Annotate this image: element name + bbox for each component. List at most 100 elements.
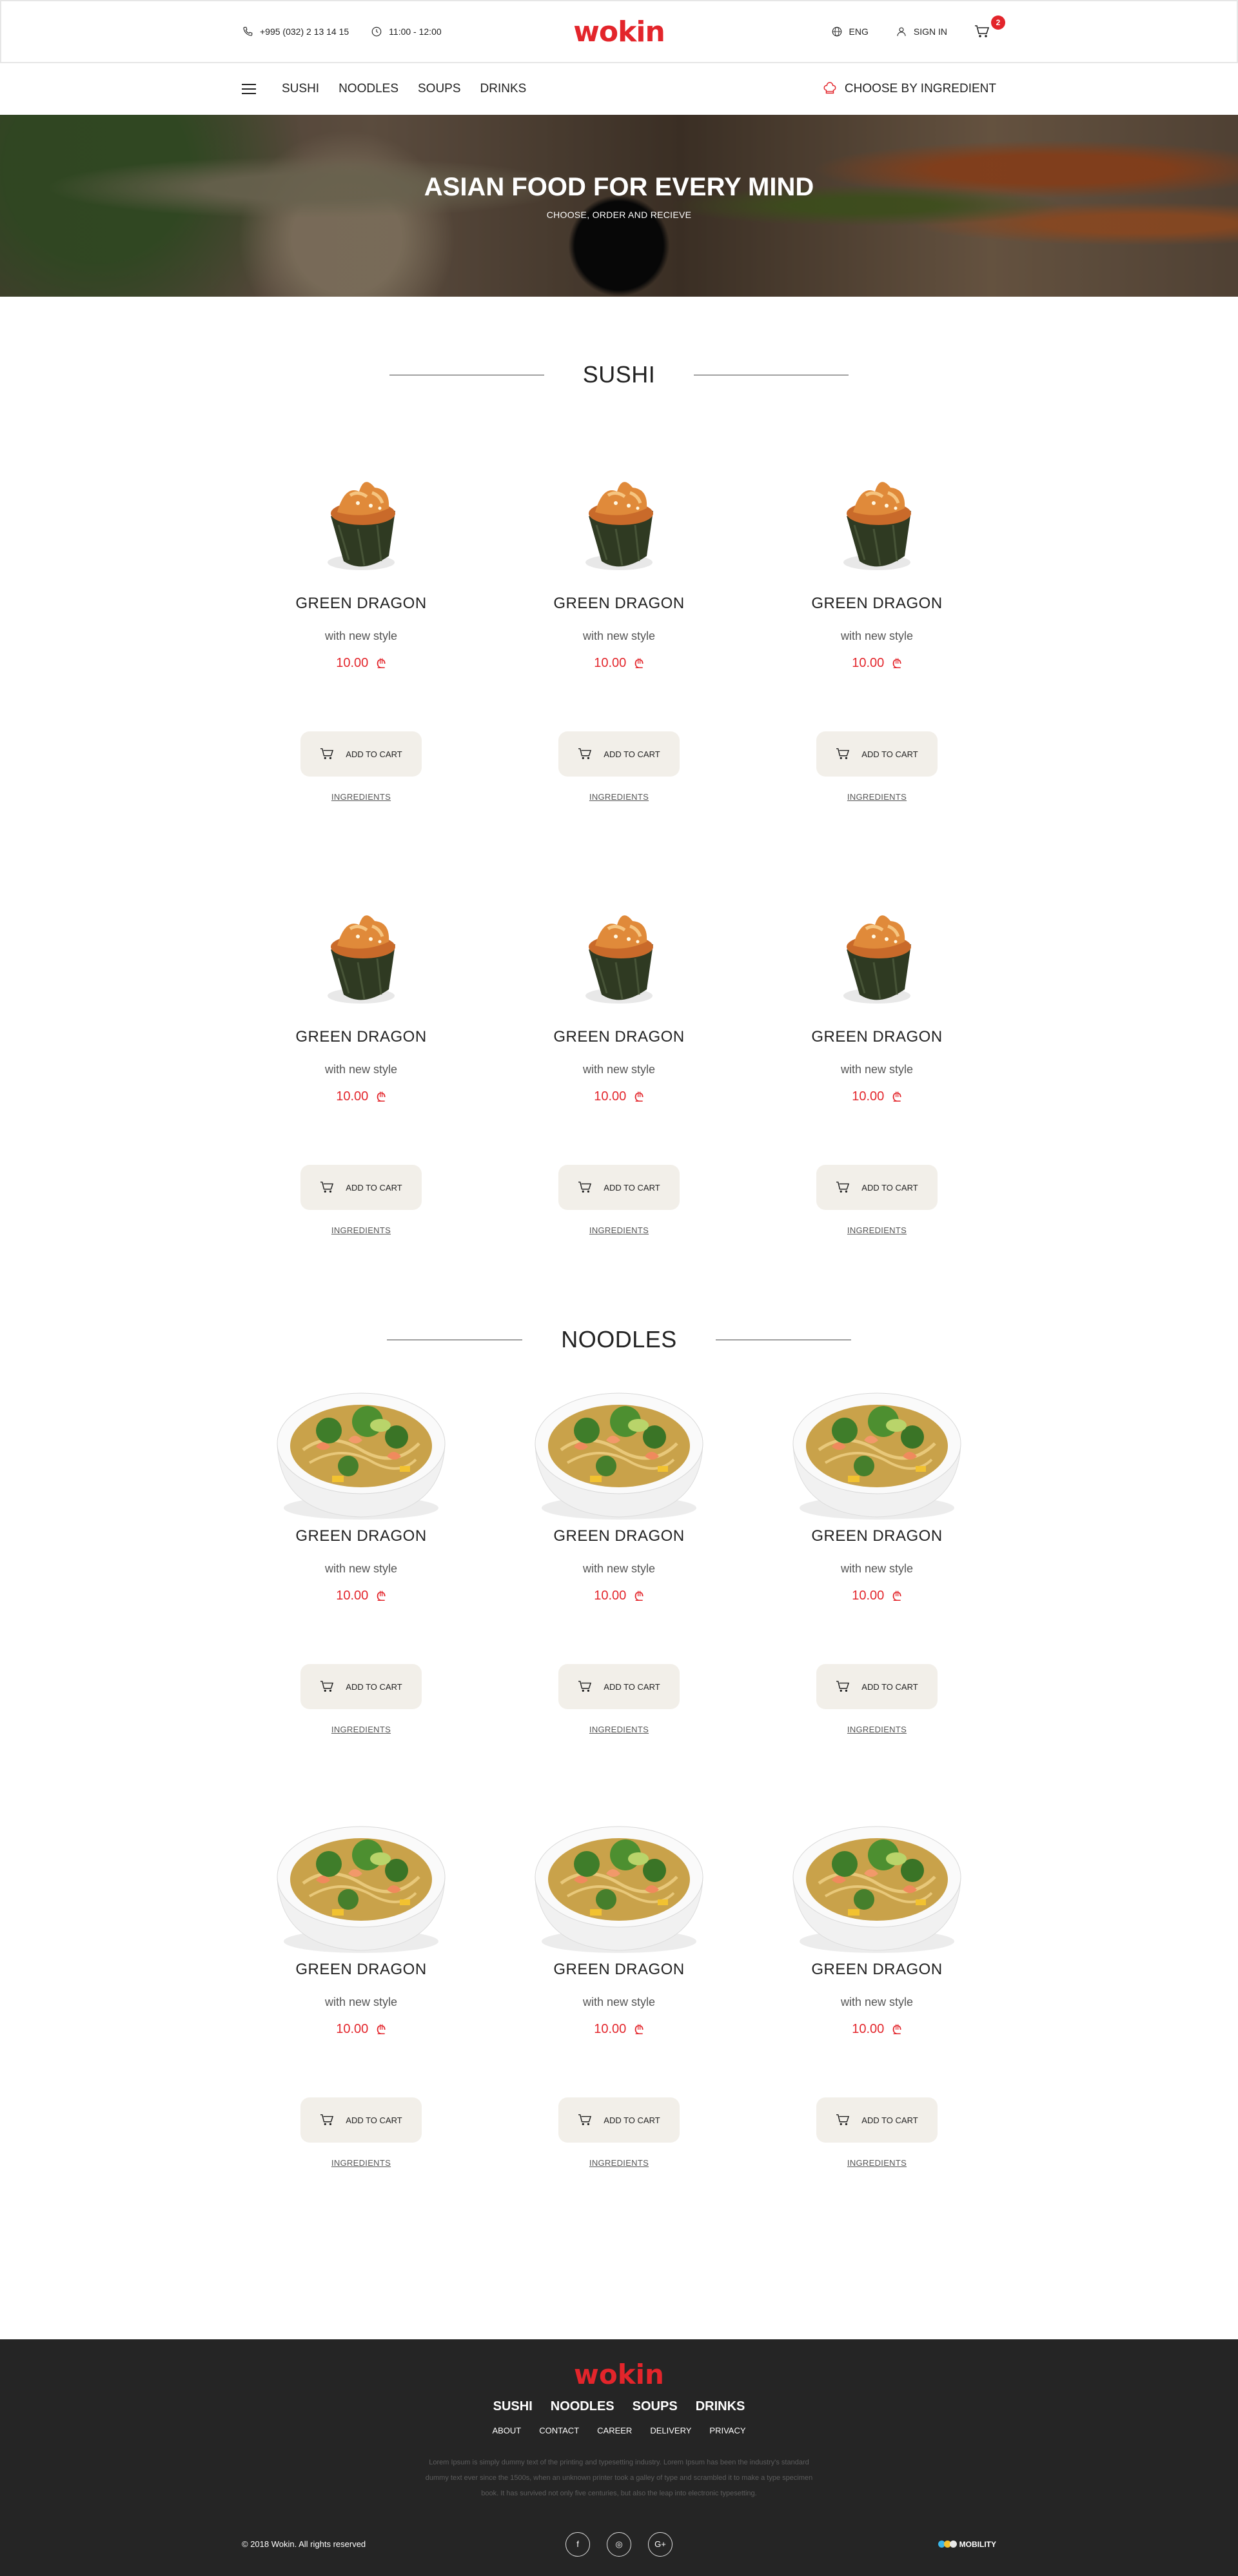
price-value: 10.00: [594, 656, 627, 670]
section-title: NOODLES: [561, 1326, 677, 1352]
add-to-cart-button[interactable]: ADD TO CART: [816, 731, 938, 777]
add-to-cart-button[interactable]: ADD TO CART: [558, 731, 680, 777]
logo[interactable]: wokin: [573, 15, 665, 48]
product-image[interactable]: [787, 446, 967, 595]
footer-link-career[interactable]: CAREER: [597, 2426, 632, 2435]
product-name[interactable]: GREEN DRAGON: [811, 1028, 942, 1046]
cart-icon: [578, 748, 592, 759]
add-to-cart-button[interactable]: ADD TO CART: [300, 2097, 422, 2143]
product-price: 10.00 ₾: [594, 1587, 644, 1605]
product-price: 10.00 ₾: [594, 655, 644, 672]
product-grid: GREEN DRAGON with new style 10.00 ₾ ADD TO C…: [0, 446, 1238, 1313]
product-card: GREEN DRAGON with new style 10.00 ₾ ADD TO C…: [490, 1812, 748, 2246]
footer-link-contact[interactable]: CONTACT: [539, 2426, 579, 2435]
product-image[interactable]: [271, 1379, 451, 1527]
ingredients-link[interactable]: INGREDIENTS: [331, 2158, 391, 2168]
product-price: 10.00 ₾: [336, 1587, 386, 1605]
product-name[interactable]: GREEN DRAGON: [553, 1028, 684, 1046]
add-to-cart-label: ADD TO CART: [861, 749, 918, 759]
language-selector[interactable]: ENG: [831, 26, 869, 37]
nav-item-noodles[interactable]: NOODLES: [339, 82, 398, 96]
cart-icon: [320, 1182, 334, 1193]
product-image[interactable]: [529, 1812, 709, 1961]
product-image[interactable]: [787, 1379, 967, 1527]
product-name[interactable]: GREEN DRAGON: [295, 1527, 426, 1545]
price-value: 10.00: [594, 2022, 627, 2036]
product-name[interactable]: GREEN DRAGON: [295, 595, 426, 613]
phone-contact[interactable]: +995 (032) 2 13 14 15: [242, 26, 349, 37]
product-image[interactable]: [787, 1812, 967, 1961]
nav-item-drinks[interactable]: DRINKS: [480, 82, 527, 96]
product-name[interactable]: GREEN DRAGON: [553, 595, 684, 613]
ingredients-link[interactable]: INGREDIENTS: [847, 1725, 907, 1734]
footer-logo[interactable]: wokin: [0, 2339, 1238, 2390]
add-to-cart-button[interactable]: ADD TO CART: [300, 1165, 422, 1210]
add-to-cart-button[interactable]: ADD TO CART: [558, 2097, 680, 2143]
ingredients-link[interactable]: INGREDIENTS: [331, 792, 391, 802]
menu-icon[interactable]: [242, 84, 256, 94]
choose-by-ingredient[interactable]: CHOOSE BY INGREDIENT: [823, 82, 996, 96]
ingredients-link[interactable]: INGREDIENTS: [589, 792, 649, 802]
google-plus-icon[interactable]: G+: [648, 2531, 673, 2557]
ingredients-link[interactable]: INGREDIENTS: [589, 1725, 649, 1734]
product-image[interactable]: [787, 880, 967, 1028]
cart-icon: [836, 748, 850, 759]
product-name[interactable]: GREEN DRAGON: [295, 1028, 426, 1046]
product-card: GREEN DRAGON with new style 10.00 ₾ ADD TO C…: [490, 1379, 748, 1812]
add-to-cart-button[interactable]: ADD TO CART: [558, 1165, 680, 1210]
footer-link-privacy[interactable]: PRIVACY: [709, 2426, 745, 2435]
ingredients-link[interactable]: INGREDIENTS: [331, 1725, 391, 1734]
product-image[interactable]: [271, 1812, 451, 1961]
sign-in-link[interactable]: SIGN IN: [896, 26, 947, 37]
ingredients-link[interactable]: INGREDIENTS: [589, 1225, 649, 1235]
add-to-cart-button[interactable]: ADD TO CART: [300, 731, 422, 777]
developer-credit[interactable]: MOBILITY: [938, 2540, 996, 2549]
product-price: 10.00 ₾: [594, 1088, 644, 1105]
product-name[interactable]: GREEN DRAGON: [811, 1961, 942, 1979]
footer-cat-noodles[interactable]: NOODLES: [551, 2399, 614, 2414]
footer-cat-drinks[interactable]: DRINKS: [696, 2399, 745, 2414]
cart-icon: [578, 2114, 592, 2125]
ingredients-link[interactable]: INGREDIENTS: [847, 792, 907, 802]
mobility-logo-icon: [938, 2541, 957, 2548]
product-price: 10.00 ₾: [852, 1587, 901, 1605]
add-to-cart-button[interactable]: ADD TO CART: [816, 2097, 938, 2143]
facebook-icon[interactable]: f: [565, 2531, 590, 2557]
add-to-cart-button[interactable]: ADD TO CART: [816, 1664, 938, 1709]
copyright: © 2018 Wokin. All rights reserved: [242, 2539, 366, 2549]
lari-currency-icon: ₾: [376, 2023, 386, 2037]
ingredients-link[interactable]: INGREDIENTS: [331, 1225, 391, 1235]
product-name[interactable]: GREEN DRAGON: [811, 595, 942, 613]
footer-link-about[interactable]: ABOUT: [492, 2426, 521, 2435]
nav-item-soups[interactable]: SOUPS: [418, 82, 461, 96]
add-to-cart-button[interactable]: ADD TO CART: [558, 1664, 680, 1709]
product-image[interactable]: [271, 446, 451, 595]
product-image[interactable]: [529, 880, 709, 1028]
product-name[interactable]: GREEN DRAGON: [553, 1527, 684, 1545]
footer-link-delivery[interactable]: DELIVERY: [650, 2426, 691, 2435]
product-image[interactable]: [271, 880, 451, 1028]
nav-item-sushi[interactable]: SUSHI: [282, 82, 319, 96]
product-image[interactable]: [529, 446, 709, 595]
footer-cat-sushi[interactable]: SUSHI: [493, 2399, 533, 2414]
add-to-cart-label: ADD TO CART: [346, 1182, 402, 1193]
cart-icon: [578, 1681, 592, 1692]
add-to-cart-button[interactable]: ADD TO CART: [300, 1664, 422, 1709]
product-name[interactable]: GREEN DRAGON: [811, 1527, 942, 1545]
ingredients-link[interactable]: INGREDIENTS: [589, 2158, 649, 2168]
footer-categories: SUSHI NOODLES SOUPS DRINKS: [0, 2399, 1238, 2414]
footer-cat-soups[interactable]: SOUPS: [633, 2399, 678, 2414]
ingredients-link[interactable]: INGREDIENTS: [847, 2158, 907, 2168]
instagram-icon[interactable]: ◎: [607, 2531, 631, 2557]
add-to-cart-button[interactable]: ADD TO CART: [816, 1165, 938, 1210]
ingredients-link[interactable]: INGREDIENTS: [847, 1225, 907, 1235]
cart-icon: [320, 2114, 334, 2125]
product-image[interactable]: [529, 1379, 709, 1527]
product-name[interactable]: GREEN DRAGON: [553, 1961, 684, 1979]
product-price: 10.00 ₾: [594, 2021, 644, 2038]
cart-button[interactable]: 2: [974, 15, 1005, 39]
product-price: 10.00 ₾: [336, 2021, 386, 2038]
product-description: with new style: [840, 1996, 914, 2008]
product-name[interactable]: GREEN DRAGON: [295, 1961, 426, 1979]
hours-text: 11:00 - 12:00: [389, 26, 442, 37]
